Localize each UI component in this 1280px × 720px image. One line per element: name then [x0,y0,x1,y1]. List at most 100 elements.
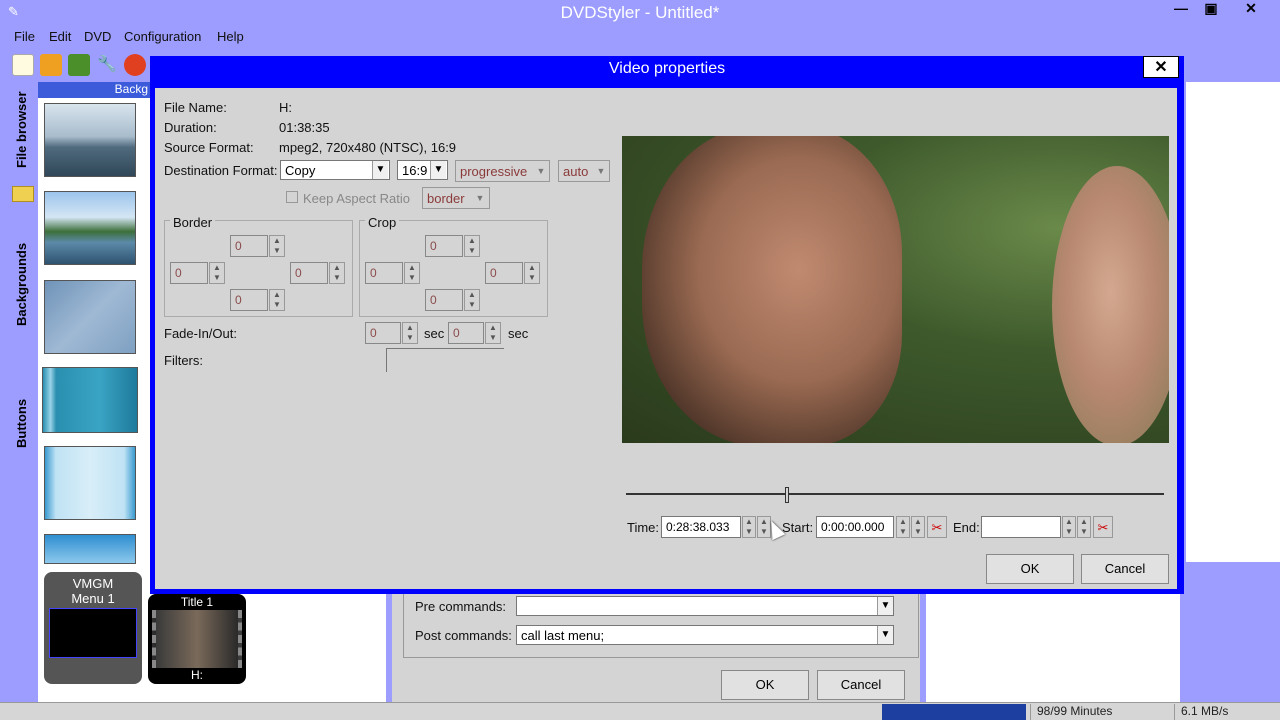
crop-legend: Crop [365,215,400,230]
start-stepper-2[interactable]: ▲ ▼ [911,516,925,538]
backgrounds-header: Backg [38,82,150,98]
post-commands-label: Post commands: [415,628,512,643]
video-subject-left [642,136,902,443]
start-label: Start: [782,520,814,535]
crop-bottom-stepper[interactable]: ▲ ▼ [464,289,480,311]
save-icon[interactable] [68,54,90,76]
start-input[interactable]: 0:00:00.000 [816,516,894,538]
crop-left-input[interactable]: 0 [365,262,403,284]
burn-icon[interactable] [124,54,146,76]
crop-right-stepper[interactable]: ▲ ▼ [524,262,540,284]
menu1-preview [49,608,137,658]
background-thumbnail[interactable] [42,367,138,433]
start-stepper-1[interactable]: ▲ ▼ [896,516,910,538]
background-thumbnail[interactable] [44,534,136,564]
destination-format-dropdown[interactable]: ▼ [372,161,388,179]
vmgm-menu-tile[interactable]: VMGM Menu 1 [44,572,142,684]
title1-label: Title 1 [180,595,214,609]
end-stepper-1[interactable]: ▲ ▼ [1062,516,1076,538]
new-file-icon[interactable] [12,54,34,76]
dialog-close-button[interactable]: ✕ [1143,56,1179,78]
maximize-button[interactable]: ▣ [1196,0,1226,18]
tab-buttons[interactable]: Buttons [8,398,36,450]
border-top-input[interactable]: 0 [230,235,268,257]
duration-label: Duration: [164,120,217,135]
left-sidebar [0,82,38,702]
settings-wrench-icon[interactable]: 🔧 [96,54,118,76]
crop-bottom-input[interactable]: 0 [425,289,463,311]
fade-in-stepper[interactable]: ▲ ▼ [402,322,418,344]
fade-out-unit: sec [508,326,529,341]
auto-dropdown[interactable]: ▼ [593,161,609,181]
duration-value: 01:38:35 [279,120,330,135]
border-right-stepper[interactable]: ▲ ▼ [329,262,345,284]
fade-in-input[interactable]: 0 [365,322,401,344]
timeline-track[interactable] [626,493,1164,495]
menu-cancel-button[interactable]: Cancel [817,670,905,700]
border-left-stepper[interactable]: ▲ ▼ [209,262,225,284]
pre-commands-dropdown[interactable]: ▼ [877,597,893,615]
crop-top-stepper[interactable]: ▲ ▼ [464,235,480,257]
timeline-thumb[interactable] [785,487,790,503]
menu-help[interactable]: Help [217,29,244,44]
menu-edit[interactable]: Edit [49,29,71,44]
vmgm-label: VMGM [72,576,114,591]
fade-out-input[interactable]: 0 [448,322,484,344]
title1-file: H: [191,668,203,682]
end-label: End: [953,520,980,535]
open-folder-icon[interactable] [40,54,62,76]
border-right-input[interactable]: 0 [290,262,328,284]
filters-list[interactable] [386,348,504,372]
end-stepper-2[interactable]: ▲ ▼ [1077,516,1091,538]
scan-dropdown[interactable]: ▼ [533,161,549,181]
minimize-button[interactable]: ― [1166,0,1196,18]
border-bottom-stepper[interactable]: ▲ ▼ [269,289,285,311]
post-commands-input[interactable]: call last menu; [516,625,894,645]
source-format-label: Source Format: [164,140,254,155]
video-cancel-button[interactable]: Cancel [1081,554,1169,584]
video-preview [622,136,1169,443]
video-ok-button[interactable]: OK [986,554,1074,584]
menu1-label: Menu 1 [71,591,115,606]
aspect-dropdown[interactable]: ▼ [430,161,446,179]
time-stepper-1[interactable]: ▲ ▼ [742,516,756,538]
fade-label: Fade-In/Out: [164,326,237,341]
time-label: Time: [627,520,660,535]
right-canvas [1186,82,1280,562]
menu-configuration[interactable]: Configuration [124,29,201,44]
fade-in-unit: sec [424,326,445,341]
set-start-scissors-icon[interactable]: ✂ [927,516,947,538]
menu-file[interactable]: File [14,29,35,44]
end-input[interactable] [981,516,1061,538]
crop-top-input[interactable]: 0 [425,235,463,257]
pre-commands-input[interactable] [516,596,894,616]
background-thumbnail[interactable] [44,103,136,177]
keep-aspect-mode-dropdown[interactable]: ▼ [472,188,488,208]
background-thumbnail[interactable] [44,446,136,520]
filters-label: Filters: [164,353,203,368]
time-input[interactable]: 0:28:38.033 [661,516,741,538]
menu-ok-button[interactable]: OK [721,670,809,700]
post-commands-dropdown[interactable]: ▼ [877,626,893,644]
destination-format-label: Destination Format: [164,163,278,178]
crop-left-stepper[interactable]: ▲ ▼ [404,262,420,284]
tab-backgrounds[interactable]: Backgrounds [8,243,36,328]
border-left-input[interactable]: 0 [170,262,208,284]
folder-icon[interactable] [12,186,34,202]
menu-dvd[interactable]: DVD [84,29,111,44]
set-end-scissors-icon[interactable]: ✂ [1093,516,1113,538]
app-title: DVDStyler - Untitled* [560,3,720,22]
border-top-stepper[interactable]: ▲ ▼ [269,235,285,257]
video-subject-right [1052,166,1169,443]
pre-commands-label: Pre commands: [415,599,507,614]
keep-aspect-checkbox[interactable] [286,191,298,203]
border-bottom-input[interactable]: 0 [230,289,268,311]
fade-out-stepper[interactable]: ▲ ▼ [485,322,501,344]
tab-file-browser[interactable]: File browser [8,90,36,170]
title1-tile[interactable]: Title 1 H: [148,594,246,684]
background-thumbnail[interactable] [44,280,136,354]
close-window-button[interactable]: ✕ [1236,0,1266,18]
crop-right-input[interactable]: 0 [485,262,523,284]
bitrate: 6.1 MB/s [1174,704,1280,720]
background-thumbnail[interactable] [44,191,136,265]
